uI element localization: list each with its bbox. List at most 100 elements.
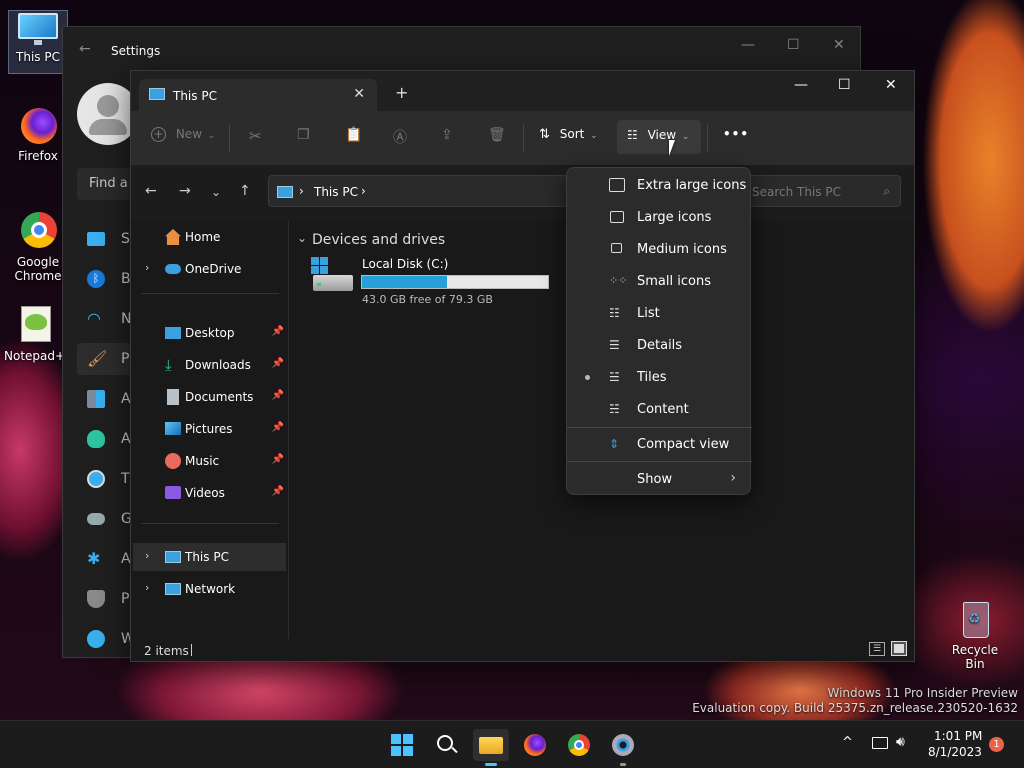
view-button[interactable]: ☷ View ⌄ [617, 120, 701, 154]
sidebar-item-network[interactable]: › Network [133, 575, 286, 603]
file-explorer-window[interactable]: This PC ✕ + — ☐ ✕ + New ⌄ ✂ ❐ 📋 Ⓐ ⇪ 🗑 ⇅ … [130, 70, 915, 662]
menu-item-tiles[interactable]: ☱ Tiles [567, 361, 752, 393]
desktop-icon-label: Firefox [18, 149, 58, 163]
tab-this-pc[interactable]: This PC ✕ [139, 79, 377, 111]
paste-icon[interactable]: 📋 [345, 127, 362, 149]
sidebar-item-documents[interactable]: Documents 📌 [133, 383, 286, 411]
search-button[interactable] [430, 729, 462, 761]
settings-nav-time[interactable]: T [77, 463, 137, 495]
desktop-icon-firefox[interactable]: Firefox [8, 104, 68, 163]
settings-nav-privacy[interactable]: P [77, 583, 137, 615]
pin-icon[interactable]: 📌 [272, 422, 284, 433]
menu-item-list[interactable]: ☷ List [567, 297, 752, 329]
details-view-icon[interactable]: ☰ [869, 642, 885, 656]
menu-item-large-icons[interactable]: Large icons [567, 201, 752, 233]
menu-item-compact-view[interactable]: ⇕ Compact view [567, 428, 752, 460]
settings-nav-accessibility[interactable]: ✱ A [77, 543, 137, 575]
volume-icon[interactable]: 🔊︎ [896, 734, 905, 750]
cut-icon[interactable]: ✂ [249, 127, 262, 149]
pin-icon[interactable]: 📌 [272, 326, 284, 337]
sidebar-item-onedrive[interactable]: › OneDrive [133, 255, 286, 283]
taskbar-file-explorer[interactable] [473, 729, 509, 766]
menu-item-medium-icons[interactable]: Medium icons [567, 233, 752, 265]
up-arrow-icon[interactable]: ↑ [239, 183, 251, 199]
sidebar-item-label: Documents [185, 390, 254, 404]
home-icon [165, 229, 181, 245]
rename-icon[interactable]: Ⓐ [393, 127, 407, 149]
close-button[interactable]: ✕ [885, 77, 897, 93]
chevron-right-icon[interactable]: › [145, 549, 149, 562]
network-icon [165, 583, 181, 595]
delete-icon[interactable]: 🗑 [488, 127, 506, 149]
pin-icon[interactable]: 📌 [272, 358, 284, 369]
maximize-button[interactable]: ☐ [787, 37, 800, 53]
new-tab-button[interactable]: + [395, 83, 408, 102]
close-tab-icon[interactable]: ✕ [353, 86, 365, 102]
share-icon[interactable]: ⇪ [441, 127, 453, 149]
menu-item-details[interactable]: ☰ Details [567, 329, 752, 361]
chevron-right-icon[interactable]: › [145, 261, 149, 274]
desktop-icon-this-pc[interactable]: This PC [8, 10, 68, 74]
settings-nav-accounts[interactable]: A [77, 423, 137, 455]
forward-arrow-icon[interactable]: → [179, 183, 191, 199]
settings-nav-gaming[interactable]: G [77, 503, 137, 535]
sort-button[interactable]: ⇅ Sort ⌄ [539, 127, 598, 149]
menu-item-label: Compact view [637, 437, 730, 452]
address-location: This PC [314, 185, 358, 199]
clock-date[interactable]: 8/1/2023 [928, 745, 982, 759]
menu-item-extra-large-icons[interactable]: Extra large icons [567, 169, 752, 201]
settings-nav-update[interactable]: W [77, 623, 137, 655]
menu-item-content[interactable]: ☵ Content [567, 393, 752, 425]
sidebar-item-this-pc[interactable]: › This PC [133, 543, 286, 571]
minimize-button[interactable]: — [741, 37, 755, 53]
recent-locations-chevron-icon[interactable]: ⌄ [211, 185, 221, 199]
pin-icon[interactable]: 📌 [272, 390, 284, 401]
notification-badge[interactable]: 1 [989, 737, 1004, 752]
drive-tile-c[interactable]: Local Disk (C:) 43.0 GB free of 79.3 GB [309, 257, 554, 306]
desktop-icon-notepadpp[interactable]: Notepad++ [4, 304, 75, 363]
desktop-icon-chrome[interactable]: Google Chrome [8, 210, 68, 283]
settings-nav-personalization[interactable]: 🖌 P [77, 343, 137, 375]
show-hidden-icons-chevron[interactable]: ^ [842, 735, 853, 750]
close-button[interactable]: ✕ [833, 37, 845, 53]
new-button[interactable]: + New ⌄ [151, 127, 215, 149]
sidebar-item-desktop[interactable]: Desktop 📌 [133, 319, 286, 347]
sidebar-item-videos[interactable]: Videos 📌 [133, 479, 286, 507]
minimize-button[interactable]: — [794, 77, 808, 93]
settings-nav-bluetooth[interactable]: ᛒB [77, 263, 137, 295]
watermark-build: Evaluation copy. Build 25375.zn_release.… [692, 701, 1018, 715]
back-arrow-icon[interactable]: ← [79, 41, 91, 57]
taskbar-chrome[interactable] [563, 729, 595, 761]
pin-icon[interactable]: 📌 [272, 454, 284, 465]
chevron-down-icon: ⌄ [681, 132, 690, 142]
pin-icon[interactable]: 📌 [272, 486, 284, 497]
start-button[interactable] [386, 729, 418, 761]
address-bar[interactable]: › This PC › [268, 175, 568, 207]
network-status-icon[interactable] [872, 737, 888, 749]
menu-item-show[interactable]: Show › [567, 463, 752, 495]
sort-label: Sort [559, 127, 585, 141]
maximize-button[interactable]: ☐ [838, 77, 851, 93]
wifi-icon: ◠ [87, 309, 101, 328]
group-header[interactable]: Devices and drives [312, 232, 445, 248]
settings-nav-system[interactable]: Sy [77, 223, 138, 255]
sidebar-item-downloads[interactable]: ⤓ Downloads 📌 [133, 351, 286, 379]
desktop-icon-recycle-bin[interactable]: ♻ Recycle Bin [944, 598, 1006, 671]
taskbar-settings[interactable] [607, 729, 639, 766]
sidebar-item-music[interactable]: Music 📌 [133, 447, 286, 475]
chevron-right-icon[interactable]: › [145, 581, 149, 594]
tiles-view-icon[interactable] [891, 641, 907, 656]
sidebar-item-home[interactable]: Home [133, 223, 286, 251]
settings-nav-apps[interactable]: A [77, 383, 137, 415]
sort-icon: ⇅ [539, 127, 550, 142]
settings-nav-network[interactable]: ◠ N [77, 303, 137, 335]
sidebar-item-pictures[interactable]: Pictures 📌 [133, 415, 286, 443]
chevron-down-icon[interactable]: ⌄ [297, 231, 307, 245]
back-arrow-icon[interactable]: ← [145, 183, 157, 199]
search-input[interactable]: Search This PC ⌕ [731, 175, 901, 207]
see-more-button[interactable]: ••• [723, 127, 749, 149]
clock-time[interactable]: 1:01 PM [934, 729, 982, 743]
taskbar-firefox[interactable] [519, 729, 551, 761]
menu-item-small-icons[interactable]: ⁘⁘ Small icons [567, 265, 752, 297]
copy-icon[interactable]: ❐ [297, 127, 310, 149]
